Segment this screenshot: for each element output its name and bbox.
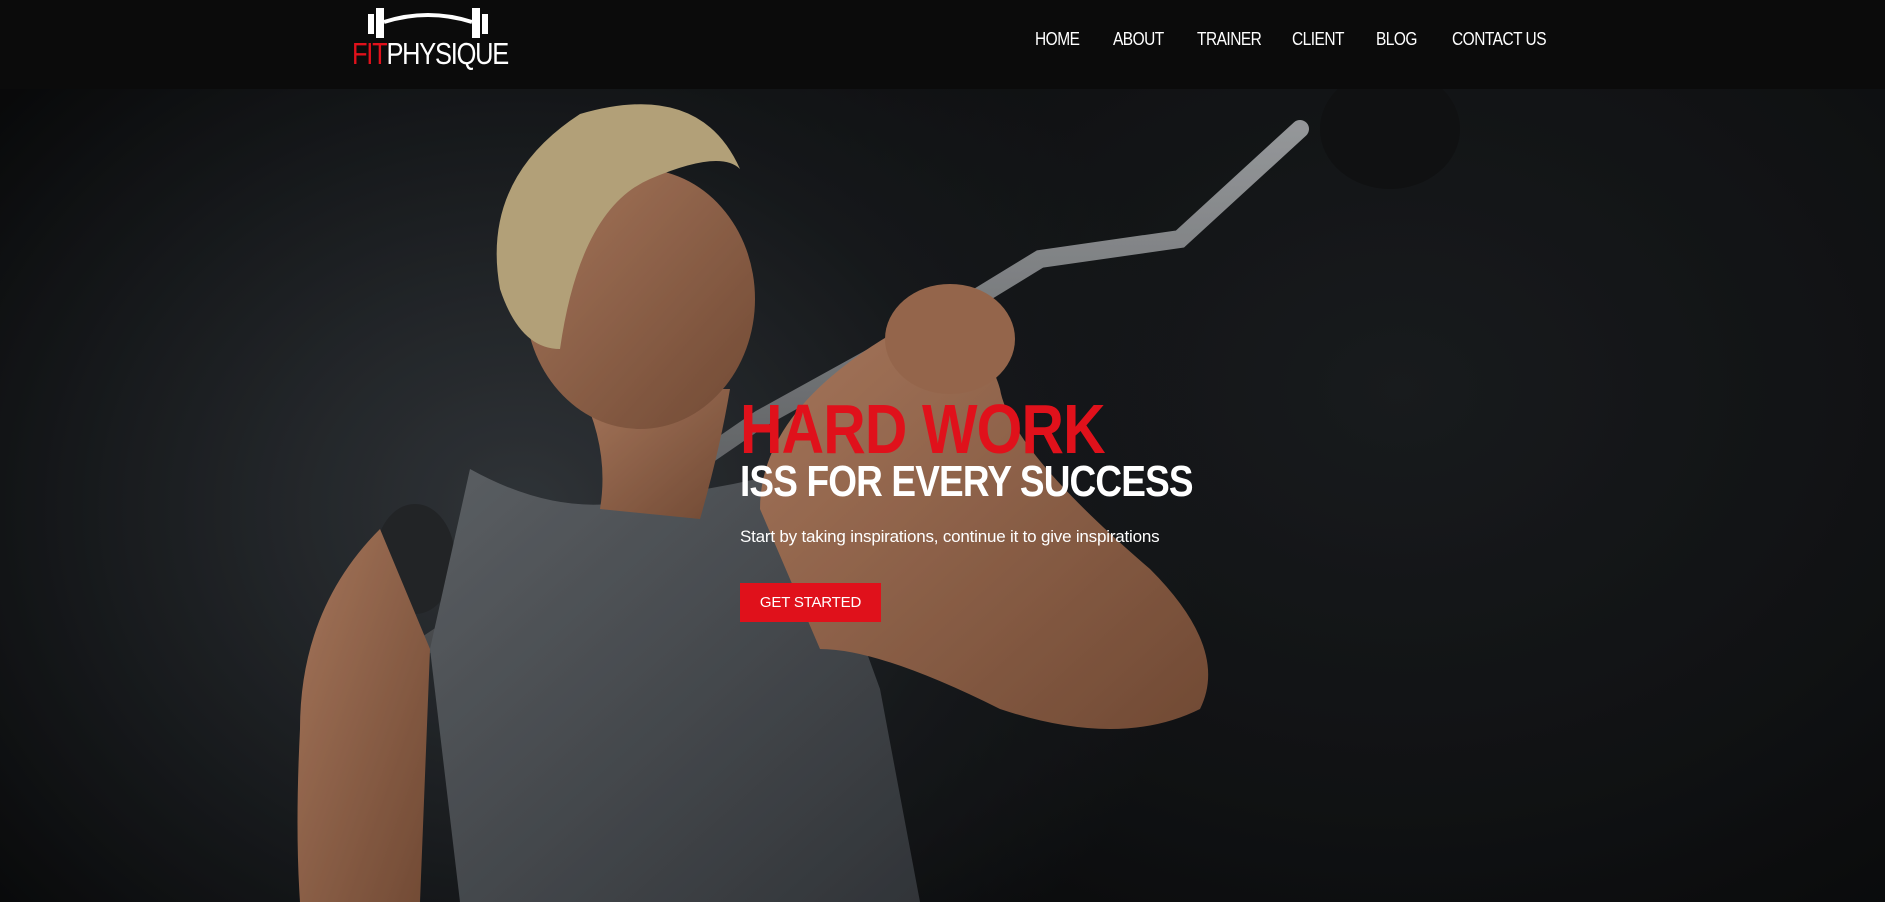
nav-contact-us[interactable]: CONTACT US xyxy=(1452,29,1547,50)
nav-trainer[interactable]: TRAINER xyxy=(1197,29,1262,50)
hero-section: HARD WORK ISS FOR EVERY SUCCESS Start by… xyxy=(0,89,1885,902)
nav-home[interactable]: HOME xyxy=(1035,29,1080,50)
get-started-button[interactable]: GET STARTED xyxy=(740,583,881,622)
brand-name-physique: PHYSIQUE xyxy=(386,36,509,71)
brand-name: FITPHYSIQUE xyxy=(352,36,509,72)
nav-about[interactable]: ABOUT xyxy=(1113,29,1164,50)
nav-blog[interactable]: BLOG xyxy=(1376,29,1417,50)
hero-tagline: Start by taking inspirations, continue i… xyxy=(740,527,1160,546)
site-logo[interactable]: FITPHYSIQUE xyxy=(352,6,509,72)
hero-subtitle: ISS FOR EVERY SUCCESS xyxy=(740,457,1194,506)
nav-client[interactable]: CLIENT xyxy=(1292,29,1344,50)
brand-name-fit: FIT xyxy=(352,36,388,71)
top-navbar: FITPHYSIQUE HOME ABOUT TRAINER CLIENT BL… xyxy=(0,0,1885,89)
